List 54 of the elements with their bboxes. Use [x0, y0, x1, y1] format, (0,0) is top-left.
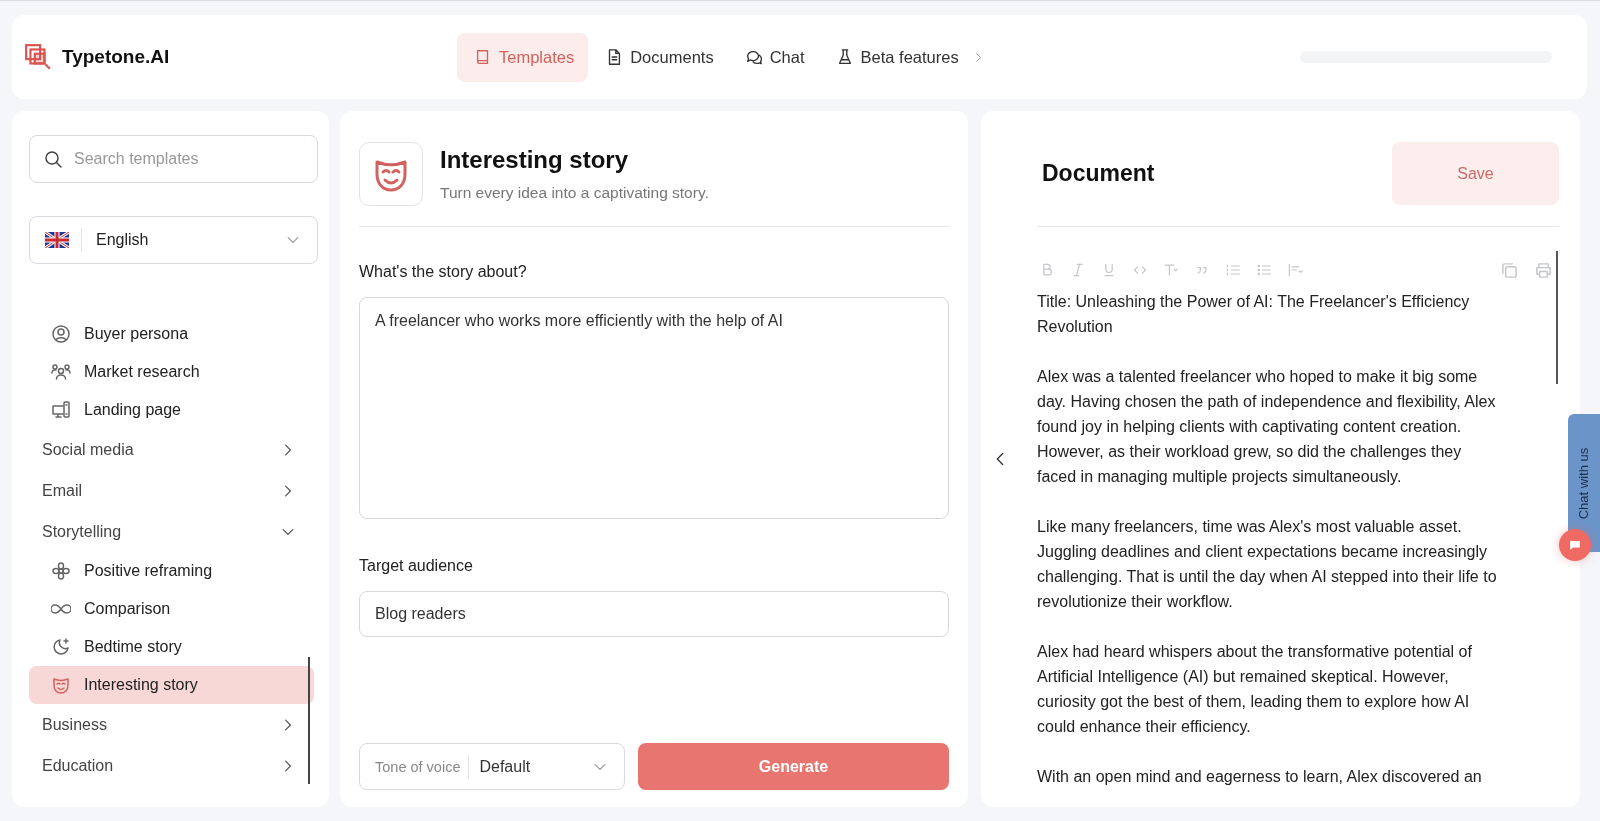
italic-icon[interactable]	[1070, 262, 1086, 278]
text-size-icon[interactable]	[1163, 262, 1179, 278]
story-textarea[interactable]: A freelancer who works more efficiently with the help of AI	[359, 297, 949, 519]
copy-icon[interactable]	[1500, 260, 1519, 280]
person-icon	[51, 324, 71, 344]
tone-label: Tone of voice	[375, 758, 461, 775]
search-icon	[43, 149, 63, 169]
align-icon[interactable]	[1287, 262, 1303, 278]
document-paragraph: Alex was a talented freelancer who hoped to make it big some day. Having chosen the path of independence and flexibility, Alex found joy in helping clients with captivating content creation. However, as their workload grew, so did the challenges they faced in managing multiple projects simultaneously.	[1037, 367, 1497, 487]
search-field[interactable]: Search templates	[29, 135, 318, 183]
document-paragraph: Title: Unleashing the Power of AI: The Freelancer's Efficiency Revolution	[1037, 292, 1471, 337]
nav-tab[interactable]: Chat	[727, 32, 819, 82]
document-title: Document	[1041, 160, 1155, 187]
people-icon	[51, 362, 71, 382]
document-paragraph: Like many freelancers, time was Alex's most valuable asset. Juggling deadlines and client expectations became increasingly challenging. That is until the day when AI stepped into their life to revolutionize their workflow.	[1037, 517, 1498, 612]
audience-input[interactable]: Blog readers	[359, 591, 949, 637]
template-item[interactable]: Market research	[29, 353, 314, 391]
print-icon[interactable]	[1534, 260, 1553, 280]
nav-tab[interactable]: Documents	[588, 32, 728, 82]
underline-icon[interactable]	[1101, 262, 1117, 278]
field-label: Target audience	[359, 557, 474, 575]
bullet-list-icon[interactable]	[1256, 262, 1272, 278]
language-select[interactable]: English	[29, 216, 318, 264]
template-title: Interesting story	[440, 146, 630, 174]
nav-tab[interactable]: Beta features	[818, 32, 999, 82]
document-paragraph: With an open mind and eagerness to learn, Alex discovered an	[1037, 767, 1483, 787]
tone-value: Default	[479, 757, 532, 776]
chat-icon	[744, 48, 763, 66]
template-item[interactable]: Comparison	[29, 590, 314, 628]
template-item[interactable]: Interesting story	[29, 666, 314, 704]
document-paragraph: Alex had heard whispers about the transformative potential of Artificial Intelligence (AI) but remained skeptical. However, curiosity got the best of them, leading them to explore how AI could enhance their efficiency.	[1037, 642, 1473, 737]
tone-select[interactable]: Tone of voice Default	[359, 743, 625, 790]
chat-with-us-tab[interactable]: Chat with us	[1568, 414, 1600, 552]
numbered-list-icon[interactable]	[1225, 262, 1241, 278]
category-item[interactable]: Education	[29, 745, 318, 786]
moon-icon	[51, 637, 71, 657]
devices-icon	[51, 400, 71, 420]
template-item[interactable]: Positive reframing	[29, 552, 314, 590]
field-label: What's the story about?	[359, 263, 528, 281]
app-name: Typetone.AI	[62, 46, 170, 68]
uk-flag-icon	[45, 232, 69, 248]
category-item[interactable]: Social media	[29, 429, 318, 470]
template-item[interactable]: Landing page	[29, 391, 314, 429]
flower-icon	[51, 561, 71, 581]
category-item[interactable]: Storytelling	[29, 511, 318, 552]
scrollbar[interactable]	[308, 657, 310, 784]
category-item[interactable]: Email	[29, 470, 318, 511]
logo-icon	[24, 43, 52, 71]
template-item[interactable]: Bedtime story	[29, 628, 314, 666]
template-item[interactable]: Buyer persona	[29, 315, 314, 353]
template-description: Turn every idea into a captivating story.	[440, 184, 709, 202]
scrollbar[interactable]	[1556, 251, 1558, 384]
mask-icon	[51, 675, 71, 695]
category-item[interactable]: Business	[29, 704, 318, 745]
